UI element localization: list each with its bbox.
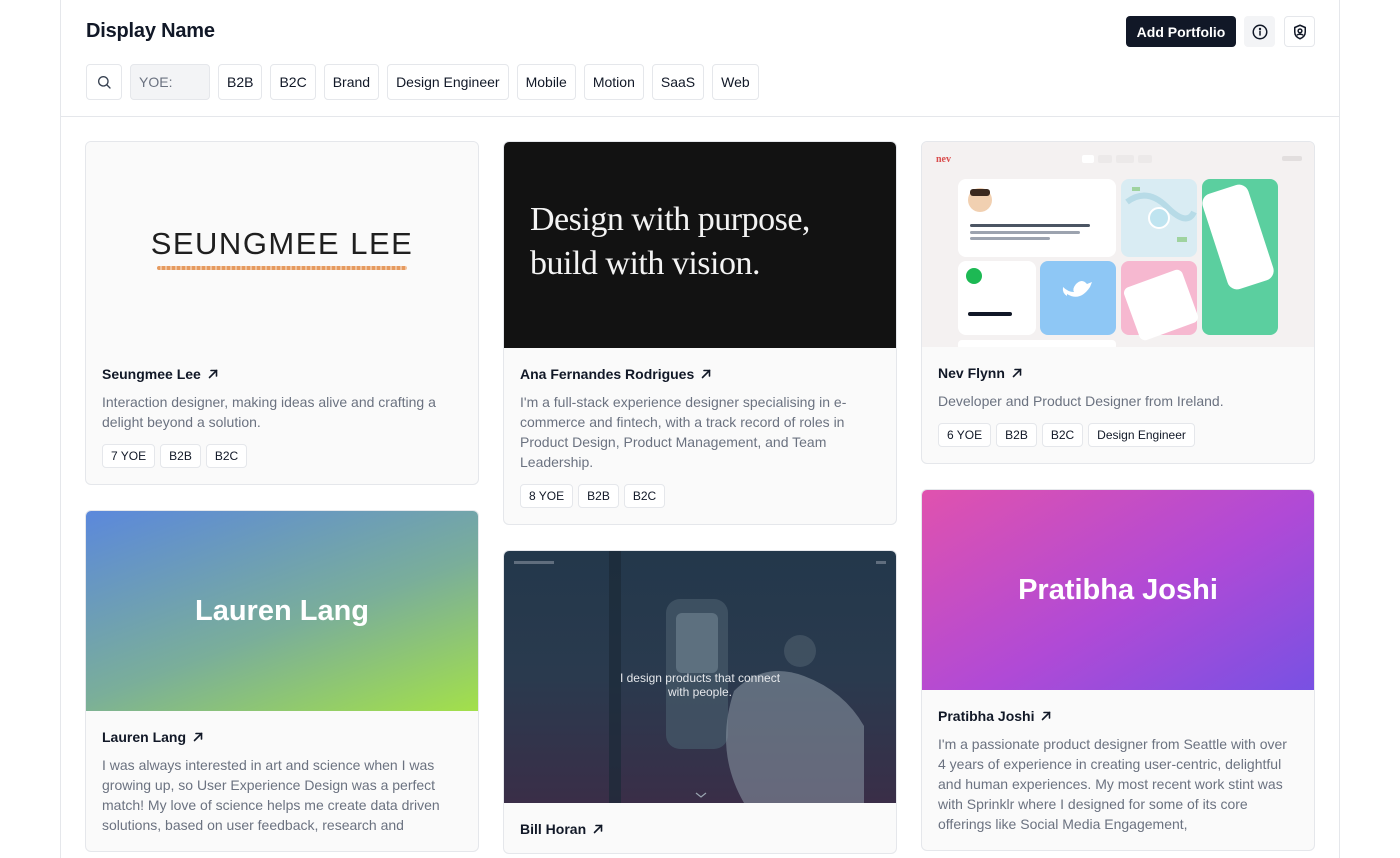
tag-yoe: 8 YOE (520, 484, 574, 508)
info-icon (1252, 24, 1267, 39)
headline-line: with people. (667, 685, 733, 699)
header: Display Name Add Portfolio B2B B2C Brand (61, 0, 1339, 117)
designer-description: Developer and Product Designer from Irel… (938, 393, 1224, 409)
designer-name: Lauren Lang (102, 729, 187, 745)
portfolio-link[interactable]: Pratibha Joshi (938, 708, 1298, 724)
card-body: Ana Fernandes Rodrigues I'm a full-stack… (504, 348, 896, 524)
portfolio-card-pratibha-joshi[interactable]: Pratibha Joshi Pratibha Joshi I'm a pass… (921, 489, 1315, 851)
filter-chip-design-engineer[interactable]: Design Engineer (387, 64, 509, 100)
page-title: Display Name (86, 20, 215, 42)
portfolio-card-seungmee-lee[interactable]: SEUNGMEE LEE Seungmee Lee Interaction de… (85, 141, 479, 485)
filter-chip-saas[interactable]: SaaS (651, 64, 705, 100)
nev-logo: nev (936, 154, 951, 165)
portfolio-thumbnail[interactable]: I design products that connect with peop… (504, 551, 896, 803)
designer-description: I'm a passionate product designer from S… (938, 736, 1287, 832)
designer-name: Bill Horan (520, 821, 587, 837)
card-body: Nev Flynn Developer and Product Designer… (922, 347, 1314, 463)
tag: B2C (205, 444, 248, 468)
portfolio-thumbnail[interactable]: nev (922, 142, 1314, 347)
filter-chip-b2b[interactable]: B2B (218, 64, 263, 100)
tag-yoe: 7 YOE (102, 444, 156, 468)
add-portfolio-button[interactable]: Add Portfolio (1126, 16, 1236, 47)
headline-line: build with vision. (530, 245, 760, 282)
tag-list: 7 YOE B2B B2C (102, 444, 462, 468)
info-button[interactable] (1244, 16, 1275, 47)
designer-description: I'm a full-stack experience designer spe… (520, 394, 847, 470)
portfolio-thumbnail[interactable]: Design with purpose, build with vision. (504, 142, 896, 348)
designer-description: I was always interested in art and scien… (102, 757, 440, 833)
shield-user-icon (1293, 24, 1306, 39)
account-button[interactable] (1284, 16, 1315, 47)
search-button[interactable] (86, 64, 122, 100)
portfolio-link[interactable]: Lauren Lang (102, 729, 462, 745)
thumbnail-headline: I design products that connect with peop… (504, 671, 896, 699)
portfolio-card-lauren-lang[interactable]: Lauren Lang Lauren Lang I was always int… (85, 510, 479, 852)
tag: Design Engineer (1088, 423, 1195, 447)
arrow-up-right-icon (593, 824, 603, 834)
thumbnail-title: Pratibha Joshi (1018, 573, 1218, 606)
card-body: Pratibha Joshi I'm a passionate product … (922, 690, 1314, 850)
portfolio-thumbnail[interactable]: Lauren Lang (86, 511, 478, 711)
search-icon (98, 76, 111, 89)
designer-name: Ana Fernandes Rodrigues (520, 366, 695, 382)
portfolio-thumbnail[interactable]: Pratibha Joshi (922, 490, 1314, 690)
arrow-up-right-icon (1012, 368, 1022, 378)
thumbnail-title: Lauren Lang (194, 594, 369, 627)
designer-name: Seungmee Lee (102, 366, 201, 382)
tag: B2B (160, 444, 201, 468)
filter-chip-motion[interactable]: Motion (583, 64, 644, 100)
designer-description: Interaction designer, making ideas alive… (102, 394, 436, 430)
brush-underline (157, 266, 407, 270)
portfolio-card-ana-fernandes-rodrigues[interactable]: Design with purpose, build with vision. … (503, 141, 897, 525)
filter-chip-web[interactable]: Web (712, 64, 759, 100)
yoe-input[interactable] (130, 64, 210, 100)
portfolio-thumbnail[interactable]: SEUNGMEE LEE (86, 142, 478, 348)
arrow-up-right-icon (193, 732, 203, 742)
portfolio-link[interactable]: Nev Flynn (938, 365, 1298, 381)
portfolio-link[interactable]: Ana Fernandes Rodrigues (520, 366, 880, 382)
headline-line: I design products that connect (619, 671, 781, 685)
arrow-up-right-icon (208, 369, 218, 379)
headline-line: Design with purpose, (530, 201, 810, 238)
tag: B2B (578, 484, 619, 508)
card-body: Bill Horan (504, 803, 896, 853)
nev-site-preview: nev (936, 154, 1302, 347)
filter-chip-b2c[interactable]: B2C (270, 64, 316, 100)
filter-chip-brand[interactable]: Brand (323, 64, 380, 100)
tag: B2C (1041, 423, 1084, 447)
arrow-up-right-icon (701, 369, 711, 379)
portfolio-link[interactable]: Seungmee Lee (102, 366, 462, 382)
tag-list: 8 YOE B2B B2C (520, 484, 880, 508)
filter-chip-mobile[interactable]: Mobile (516, 64, 576, 100)
arrow-up-right-icon (1042, 711, 1051, 721)
thumbnail-headline: Design with purpose, build with vision. (530, 198, 810, 286)
designer-name: Pratibha Joshi (938, 708, 1035, 724)
tag-list: 6 YOE B2B B2C Design Engineer (938, 423, 1298, 447)
portfolio-card-nev-flynn[interactable]: nev Nev Flynn Developer and Product Desi… (921, 141, 1315, 464)
card-body: Seungmee Lee Interaction designer, makin… (86, 348, 478, 484)
filter-bar: B2B B2C Brand Design Engineer Mobile Mot… (86, 64, 759, 100)
thumbnail-wordmark: SEUNGMEE LEE (150, 226, 414, 261)
tag-yoe: 6 YOE (938, 423, 992, 447)
portfolio-link[interactable]: Bill Horan (520, 821, 880, 837)
card-body: Lauren Lang I was always interested in a… (86, 711, 478, 851)
portfolio-card-bill-horan[interactable]: I design products that connect with peop… (503, 550, 897, 854)
tag: B2B (996, 423, 1037, 447)
designer-name: Nev Flynn (938, 365, 1005, 381)
tag: B2C (623, 484, 666, 508)
